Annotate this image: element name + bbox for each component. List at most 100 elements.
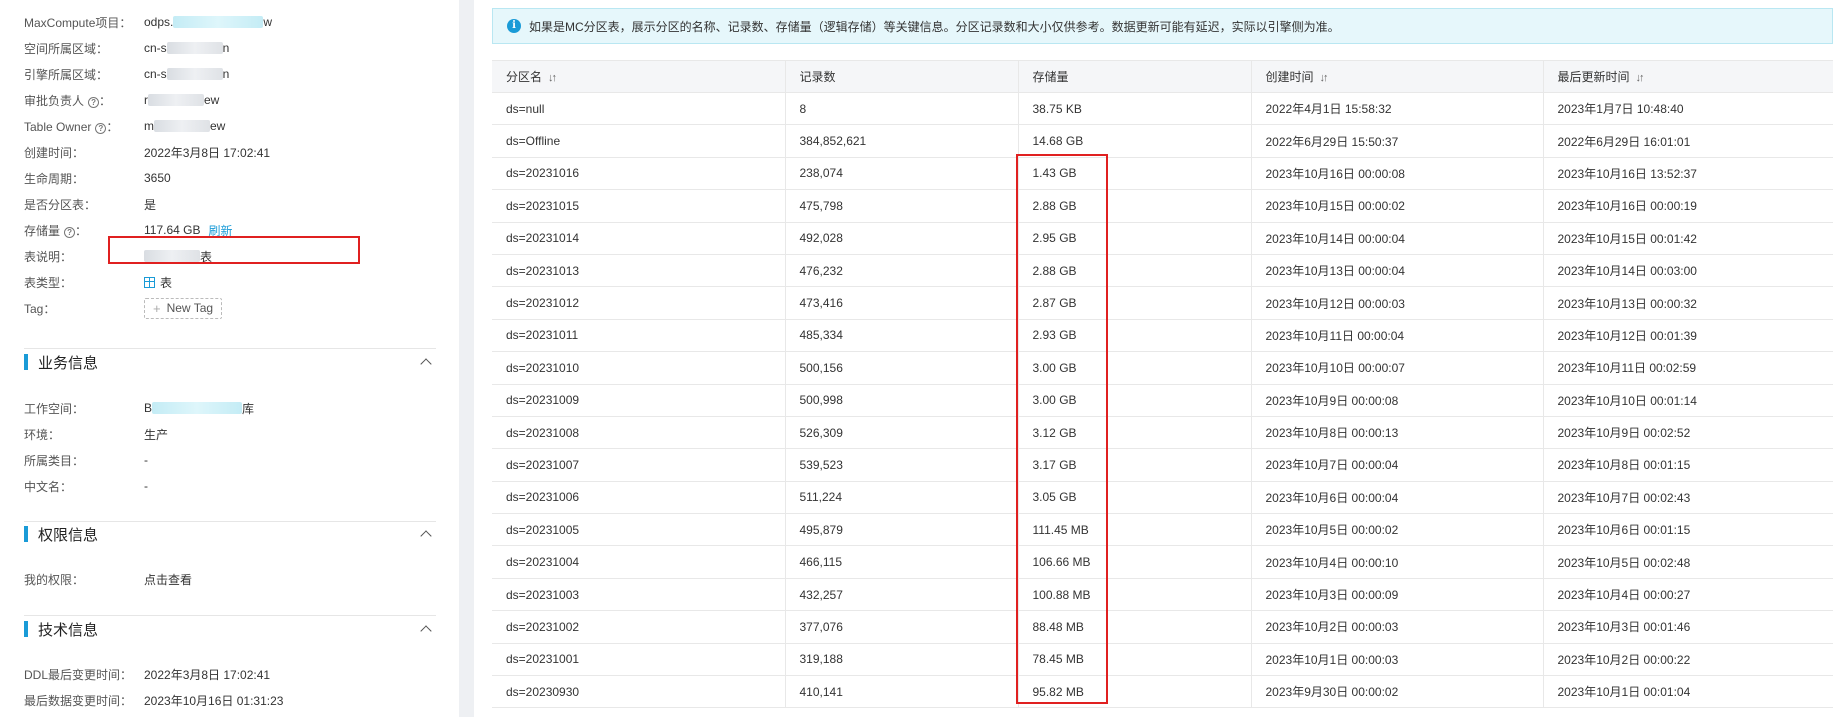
redacted-prefix: odps. xyxy=(144,15,174,29)
table-cell: 2023年10月15日 00:00:02 xyxy=(1250,189,1543,223)
property-value-text: 2022年3月8日 17:02:41 xyxy=(144,145,271,160)
section-accent-bar xyxy=(24,354,28,370)
property-value-text: 3650 xyxy=(144,171,171,185)
property-row: 创建时间： 2022年3月8日 17:02:41 xyxy=(24,142,444,162)
redacted-prefix: cn-s xyxy=(144,67,167,81)
table-cell: 2023年10月15日 00:01:42 xyxy=(1542,222,1833,255)
table-cell: 2023年10月2日 00:00:03 xyxy=(1250,610,1543,644)
table-cell: ds=20231002 xyxy=(492,610,785,644)
table-row: ds=null 8 38.75 KB 2022年4月1日 15:58:32 2023年1… xyxy=(492,92,1833,126)
table-cell: 476,232 xyxy=(784,254,1018,288)
table-cell: 2022年6月29日 15:50:37 xyxy=(1250,124,1543,158)
column-header-label: 存储量 xyxy=(1032,70,1069,84)
sort-icon[interactable]: ↓↑ xyxy=(548,72,557,84)
table-cell: ds=null xyxy=(492,92,785,126)
business-info-section-header[interactable]: 业务信息 xyxy=(24,350,436,374)
property-label-text: DDL最后变更时间： xyxy=(24,667,133,682)
property-row: 空间所属区域： cn-s n xyxy=(24,38,444,58)
property-label-text: MaxCompute项目： xyxy=(24,15,132,30)
table-cell: 2023年10月14日 00:00:04 xyxy=(1250,222,1543,255)
property-value: - xyxy=(144,453,148,467)
column-header[interactable]: 创建时间 ↓↑ xyxy=(1250,60,1543,93)
redacted-suffix: 库 xyxy=(242,401,255,416)
divider xyxy=(24,348,436,349)
table-cell: 492,028 xyxy=(784,222,1018,255)
table-body: ds=null 8 38.75 KB 2022年4月1日 15:58:32 2023年1… xyxy=(492,92,1833,709)
property-label: 工作空间： xyxy=(24,400,144,417)
table-row: ds=20231008 526,309 3.12 GB 2023年10月8日 00:0… xyxy=(492,416,1833,450)
table-cell: 2023年10月13日 00:00:32 xyxy=(1542,286,1833,320)
table-cell: 526,309 xyxy=(784,416,1018,450)
table-cell: ds=20231006 xyxy=(492,481,785,515)
new-tag-button[interactable]: + New Tag xyxy=(144,297,223,319)
new-tag-label: New Tag xyxy=(166,301,214,315)
tech-info-section-header[interactable]: 技术信息 xyxy=(24,617,436,641)
property-label-text: 表类型： xyxy=(24,275,73,290)
table-cell: 2023年10月16日 13:52:37 xyxy=(1542,157,1833,191)
help-icon[interactable]: ? xyxy=(95,122,107,134)
table-cell: 2023年10月7日 00:00:04 xyxy=(1250,448,1543,482)
table-cell: 384,852,621 xyxy=(784,124,1018,158)
property-row: 是否分区表： 是 xyxy=(24,194,444,214)
column-header-label: 记录数 xyxy=(799,70,836,84)
table-cell: ds=20231001 xyxy=(492,643,785,677)
table-row: ds=20231002 377,076 88.48 MB 2023年10月2日 00:… xyxy=(492,610,1833,644)
table-cell: 473,416 xyxy=(784,286,1018,320)
column-header[interactable]: 分区名 ↓↑ xyxy=(492,60,785,93)
property-value: + New Tag xyxy=(144,297,223,319)
permission-info-section-header[interactable]: 权限信息 xyxy=(24,522,436,546)
help-icon[interactable]: ? xyxy=(64,226,76,238)
table-cell: 2022年6月29日 16:01:01 xyxy=(1542,124,1833,158)
property-value: r ew xyxy=(144,93,219,107)
chevron-up-icon[interactable] xyxy=(420,358,432,370)
property-row: 工作空间： B 库 xyxy=(24,398,444,418)
redacted-blur xyxy=(173,16,264,28)
table-row: ds=20231015 475,798 2.88 GB 2023年10月15日 00:… xyxy=(492,189,1833,223)
table-row: ds=20231016 238,074 1.43 GB 2023年10月16日 00:… xyxy=(492,157,1833,191)
property-value[interactable]: 点击查看 xyxy=(144,571,192,588)
colon: ： xyxy=(99,93,112,108)
property-label: 引擎所属区域： xyxy=(24,66,144,83)
property-value[interactable]: B库 xyxy=(144,400,254,417)
partition-panel: i 如果是MC分区表，展示分区的名称、记录数、存储量（逻辑存储）等关键信息。分区… xyxy=(474,0,1833,717)
redacted-blur xyxy=(166,68,223,80)
table-cell: 2023年10月10日 00:00:07 xyxy=(1250,351,1543,385)
table-cell: 2023年10月9日 00:02:52 xyxy=(1542,416,1833,450)
info-notice: i 如果是MC分区表，展示分区的名称、记录数、存储量（逻辑存储）等关键信息。分区… xyxy=(492,8,1833,44)
table-cell: 14.68 GB xyxy=(1017,124,1251,158)
table-cell: 2023年10月5日 00:02:48 xyxy=(1542,545,1833,579)
sort-icon[interactable]: ↓↑ xyxy=(1320,72,1329,84)
table-cell: 2023年10月8日 00:00:13 xyxy=(1250,416,1543,450)
colon: ： xyxy=(106,119,119,134)
table-row: ds=20231013 476,232 2.88 GB 2023年10月13日 00:… xyxy=(492,254,1833,288)
info-icon: i xyxy=(507,19,521,33)
table-cell: 319,188 xyxy=(784,643,1018,677)
property-label-text: 环境： xyxy=(24,427,61,442)
divider xyxy=(24,615,436,616)
redacted-blur xyxy=(166,42,223,54)
property-value-text: - xyxy=(144,479,148,493)
help-icon[interactable]: ? xyxy=(88,96,100,108)
section-accent-bar xyxy=(24,621,28,637)
chevron-up-icon[interactable] xyxy=(420,530,432,542)
table-header-row: 分区名 ↓↑ 记录数 存储量 创建时间 ↓↑ 最后更新时间 ↓↑ xyxy=(492,60,1833,93)
property-value: 生产 xyxy=(144,426,168,443)
table-cell: 500,156 xyxy=(784,351,1018,385)
notice-text: 如果是MC分区表，展示分区的名称、记录数、存储量（逻辑存储）等关键信息。分区记录… xyxy=(529,19,1340,34)
table-cell: 485,334 xyxy=(784,319,1018,353)
column-header-label: 创建时间 xyxy=(1265,70,1314,84)
property-value-text: 是 xyxy=(144,197,157,212)
property-label: MaxCompute项目： xyxy=(24,14,144,31)
property-value[interactable]: odps. w xyxy=(144,15,272,29)
sort-icon[interactable]: ↓↑ xyxy=(1636,72,1645,84)
column-header[interactable]: 最后更新时间 ↓↑ xyxy=(1542,60,1833,93)
property-value: 2022年3月8日 17:02:41 xyxy=(144,144,270,161)
property-row: 表类型： 表 xyxy=(24,272,444,292)
property-value: 表 xyxy=(144,274,172,291)
table-cell: ds=20231008 xyxy=(492,416,785,450)
property-value-text[interactable]: 点击查看 xyxy=(144,571,192,588)
chevron-up-icon[interactable] xyxy=(420,625,432,637)
column-header-label: 分区名 xyxy=(506,70,543,84)
redacted-blur xyxy=(148,94,204,106)
column-header: 记录数 xyxy=(784,60,1018,93)
